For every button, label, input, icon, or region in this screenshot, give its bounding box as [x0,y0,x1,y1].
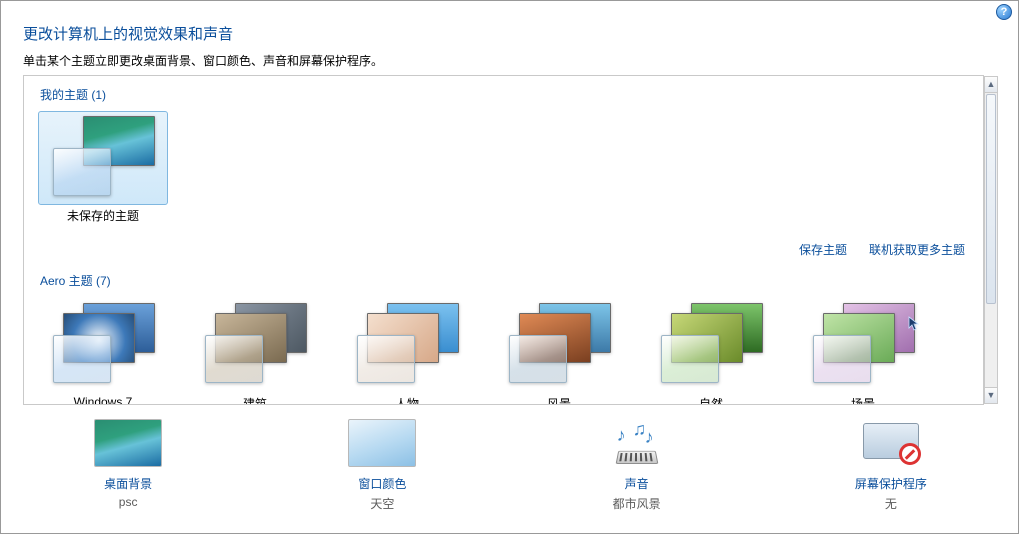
themes-panel: 我的主题 (1) 未保存的主题 保存主题 联机获取更多主题 Aero 主题 (7… [23,75,984,405]
mouse-cursor-icon [907,316,923,332]
section-aero-themes-title: Aero 主题 (7) [40,272,973,289]
desktop-background-button[interactable]: 桌面背景 psc [28,419,228,509]
desktop-background-label: 桌面背景 [28,475,228,492]
scroll-up-button[interactable]: ▲ [985,77,997,93]
theme-unsaved[interactable]: 未保存的主题 [38,111,168,224]
theme-label: 人物 [342,395,472,405]
sounds-icon: ♪♫♪ [603,419,671,467]
my-themes-row: 未保存的主题 [38,111,973,224]
theme-stack-icon [53,118,153,198]
scroll-down-button[interactable]: ▼ [985,387,997,403]
page-title: 更改计算机上的视觉效果和声音 [23,23,992,44]
window-color-value: 天空 [282,495,482,512]
theme-nature[interactable]: 自然 [646,297,776,405]
screensaver-button[interactable]: 屏幕保护程序 无 [791,419,991,512]
aero-themes-row: Windows 7 建筑 人物 [38,297,973,405]
link-more-themes-online[interactable]: 联机获取更多主题 [869,241,965,258]
link-save-theme[interactable]: 保存主题 [799,241,847,258]
window-color-icon [348,419,416,467]
screensaver-label: 屏幕保护程序 [791,475,991,492]
screensaver-icon [857,419,925,467]
desktop-background-value: psc [28,495,228,509]
theme-architecture[interactable]: 建筑 [190,297,320,405]
theme-label: 风景 [494,395,624,405]
section-my-themes-title: 我的主题 (1) [40,86,973,103]
theme-label: 建筑 [190,395,320,405]
vertical-scrollbar[interactable]: ▲ ▼ [984,76,998,404]
theme-links: 保存主题 联机获取更多主题 [799,241,965,258]
window-color-button[interactable]: 窗口颜色 天空 [282,419,482,512]
theme-label: 自然 [646,395,776,405]
scrollbar-thumb[interactable] [986,94,996,304]
theme-scenes[interactable]: 场景 [798,297,928,405]
header-area: 更改计算机上的视觉效果和声音 单击某个主题立即更改桌面背景、窗口颜色、声音和屏幕… [23,23,992,77]
theme-windows7[interactable]: Windows 7 [38,297,168,405]
personalization-window: ? 更改计算机上的视觉效果和声音 单击某个主题立即更改桌面背景、窗口颜色、声音和… [0,0,1019,534]
desktop-background-icon [94,419,162,467]
theme-landscape[interactable]: 风景 [494,297,624,405]
sounds-button[interactable]: ♪♫♪ 声音 都市风景 [537,419,737,512]
sounds-label: 声音 [537,475,737,492]
theme-characters[interactable]: 人物 [342,297,472,405]
theme-label: 未保存的主题 [38,207,168,224]
theme-thumb [38,111,168,205]
page-subtitle: 单击某个主题立即更改桌面背景、窗口颜色、声音和屏幕保护程序。 [23,52,992,69]
screensaver-value: 无 [791,495,991,512]
bottom-settings-bar: 桌面背景 psc 窗口颜色 天空 ♪♫♪ 声音 都市风景 屏幕保护程序 无 [1,409,1018,533]
theme-label: Windows 7 [38,395,168,405]
window-color-label: 窗口颜色 [282,475,482,492]
help-icon[interactable]: ? [996,4,1012,20]
sounds-value: 都市风景 [537,495,737,512]
theme-label: 场景 [798,395,928,405]
